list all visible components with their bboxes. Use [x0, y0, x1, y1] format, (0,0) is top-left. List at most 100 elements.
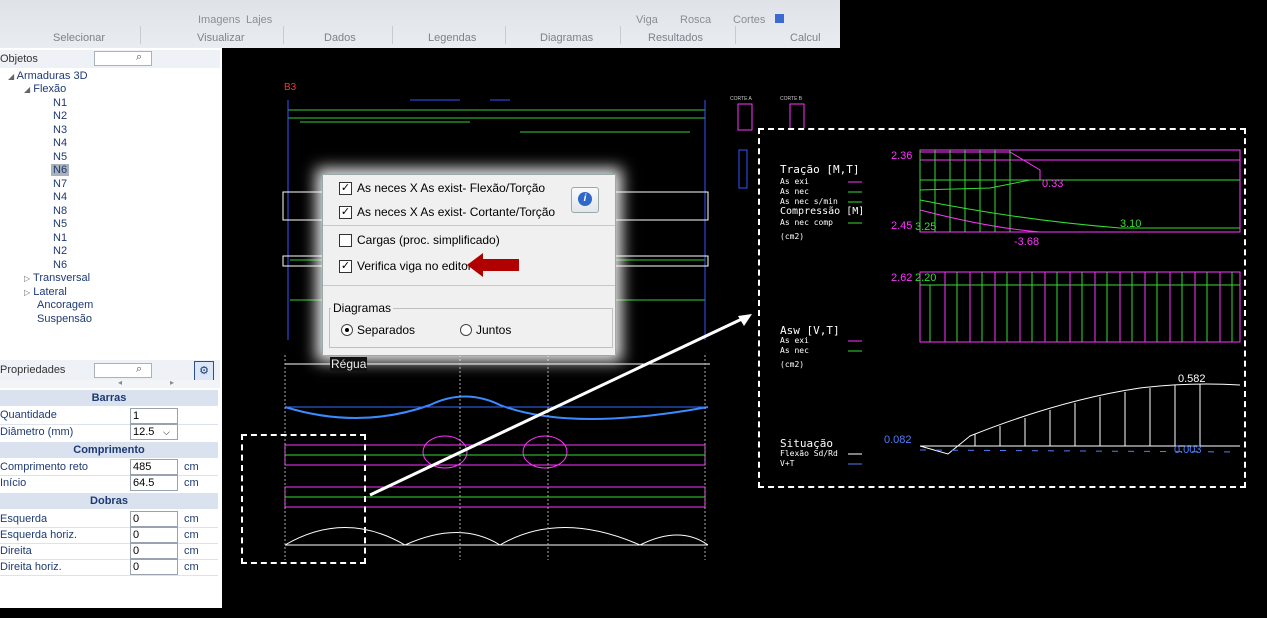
- label-flexao-torcao: As neces X As exist- Flexão/Torção: [357, 181, 546, 195]
- unit-cm: cm: [184, 529, 199, 541]
- beam-label: B3: [284, 82, 297, 93]
- unit-cm: cm: [184, 545, 199, 557]
- label-inicio: Início: [0, 477, 27, 489]
- regua-label: Régua: [330, 357, 368, 371]
- tree-item-armaduras-3d[interactable]: ◢ Armaduras 3D: [8, 70, 88, 82]
- inicio-input[interactable]: 64.5: [130, 475, 178, 491]
- ribbon-group-resultados[interactable]: Resultados: [648, 32, 703, 44]
- tree-item-bar[interactable]: N4: [53, 137, 67, 149]
- value-2-62: 2.62: [891, 272, 913, 284]
- value-neg-3-68: -3.68: [1014, 236, 1040, 248]
- value-2-20: 2.20: [915, 272, 937, 284]
- label-juntos: Juntos: [476, 323, 512, 337]
- properties-panel-title: Propriedades: [0, 364, 66, 376]
- direita-horiz-input[interactable]: 0: [130, 559, 178, 575]
- unit-cm: cm: [184, 513, 199, 525]
- label-direita: Direita: [0, 545, 32, 557]
- scroll-left-icon[interactable]: ◂: [118, 378, 122, 387]
- ribbon-toolbar: Imagens Lajes Viga Rosca Cortes Selecion…: [0, 0, 840, 48]
- collapsed-triangle-icon[interactable]: ▷: [24, 274, 30, 283]
- expanded-triangle-icon[interactable]: ◢: [8, 72, 14, 81]
- checkbox-verifica-viga[interactable]: ✓: [339, 260, 352, 273]
- label-comprimento-reto: Comprimento reto: [0, 461, 89, 473]
- tree-item-transversal[interactable]: ▷ Transversal: [24, 272, 90, 284]
- label-separados: Separados: [357, 323, 416, 337]
- value-3-25: 3.25: [915, 221, 937, 233]
- quantidade-input[interactable]: 1: [130, 408, 178, 424]
- value-0-082: 0.082: [884, 434, 912, 446]
- properties-settings-icon[interactable]: ⚙: [194, 361, 214, 381]
- unit-cm: cm: [184, 477, 199, 489]
- zoom-detail-panel: Tração [M,T] As exi As nec As nec s/min …: [758, 128, 1246, 488]
- search-icon[interactable]: ⌕: [136, 363, 142, 376]
- options-dialog: ✓ As neces X As exist- Flexão/Torção ✓ A…: [322, 174, 616, 356]
- red-arrow-icon: [467, 253, 519, 277]
- expanded-triangle-icon[interactable]: ◢: [24, 85, 30, 94]
- objects-panel-title: Objetos: [0, 53, 38, 65]
- ribbon-group-selecionar[interactable]: Selecionar: [53, 32, 105, 44]
- label-direita-horiz: Direita horiz.: [0, 561, 62, 573]
- tree-item-bar[interactable]: N1: [53, 97, 67, 109]
- checkbox-cortante-torcao[interactable]: ✓: [339, 206, 352, 219]
- cortes-icon[interactable]: [775, 14, 784, 23]
- tree-item-bar[interactable]: N5: [53, 218, 67, 230]
- properties-search-input[interactable]: [94, 363, 152, 378]
- zoom-source-box: [241, 434, 366, 564]
- ribbon-group-calcul[interactable]: Calcul: [790, 32, 821, 44]
- label-verifica-viga: Verifica viga no editor: [357, 259, 472, 273]
- unit-cm: cm: [184, 561, 199, 573]
- tree-item-bar[interactable]: N3: [53, 124, 67, 136]
- ribbon-group-legendas[interactable]: Legendas: [428, 32, 476, 44]
- ribbon-top-item[interactable]: Cortes: [733, 14, 765, 26]
- tree-item-suspensao[interactable]: Suspensão: [37, 313, 92, 325]
- tree-item-ancoragem[interactable]: Ancoragem: [37, 299, 93, 311]
- comprimento-reto-input[interactable]: 485: [130, 459, 178, 475]
- tree-item-bar[interactable]: N6: [53, 259, 67, 271]
- properties-panel-header: Propriedades ⌕ ⚙: [0, 360, 220, 381]
- ribbon-top-item[interactable]: Imagens: [198, 14, 240, 26]
- tree-item-bar[interactable]: N4: [53, 191, 67, 203]
- label-esquerda: Esquerda: [0, 513, 48, 525]
- label-cargas: Cargas (proc. simplificado): [357, 233, 500, 247]
- tree-item-flexao[interactable]: ◢ Flexão: [24, 83, 66, 95]
- tree-item-lateral[interactable]: ▷ Lateral: [24, 286, 67, 298]
- ribbon-top-item[interactable]: Lajes: [246, 14, 272, 26]
- search-icon[interactable]: ⌕: [136, 51, 142, 64]
- tree-item-bar[interactable]: N8: [53, 205, 67, 217]
- zoom-diagrams: [848, 149, 1241, 465]
- scroll-right-icon[interactable]: ▸: [170, 378, 174, 387]
- label-esquerda-horiz: Esquerda horiz.: [0, 529, 78, 541]
- ribbon-top-item[interactable]: Rosca: [680, 14, 711, 26]
- label-diametro: Diâmetro (mm): [0, 426, 74, 438]
- corte-b-label: CORTE B: [780, 96, 803, 102]
- ribbon-group-visualizar[interactable]: Visualizar: [197, 32, 245, 44]
- value-0-582: 0.582: [1178, 373, 1206, 385]
- label-cortante-torcao: As neces X As exist- Cortante/Torção: [357, 205, 556, 219]
- diametro-select[interactable]: 12.5 ⌵: [130, 424, 178, 440]
- radio-juntos[interactable]: [460, 324, 472, 336]
- tree-item-bar[interactable]: N5: [53, 151, 67, 163]
- checkbox-flexao-torcao[interactable]: ✓: [339, 182, 352, 195]
- ribbon-top-item[interactable]: Viga: [636, 14, 658, 26]
- chevron-down-icon[interactable]: ⌵: [163, 425, 170, 439]
- info-icon: i: [578, 192, 592, 206]
- tree-item-bar[interactable]: N7: [53, 178, 67, 190]
- tree-item-bar-selected[interactable]: N6: [51, 164, 70, 176]
- collapsed-triangle-icon[interactable]: ▷: [24, 288, 30, 297]
- esquerda-horiz-input[interactable]: 0: [130, 527, 178, 543]
- info-button[interactable]: i: [571, 187, 599, 213]
- checkbox-cargas[interactable]: [339, 234, 352, 247]
- ribbon-group-dados[interactable]: Dados: [324, 32, 356, 44]
- direita-input[interactable]: 0: [130, 543, 178, 559]
- corte-a-label: CORTE A: [730, 96, 753, 102]
- radio-separados[interactable]: [341, 324, 353, 336]
- section-dobras: Dobras: [0, 493, 218, 509]
- esquerda-input[interactable]: 0: [130, 511, 178, 527]
- tree-item-bar[interactable]: N1: [53, 232, 67, 244]
- tree-item-bar[interactable]: N2: [53, 245, 67, 257]
- value-2-36: 2.36: [891, 150, 913, 162]
- ribbon-group-diagramas[interactable]: Diagramas: [540, 32, 593, 44]
- tree-item-bar[interactable]: N2: [53, 110, 67, 122]
- objects-search-input[interactable]: [94, 51, 152, 66]
- properties-scroll-strip: ◂ ▸: [0, 378, 220, 388]
